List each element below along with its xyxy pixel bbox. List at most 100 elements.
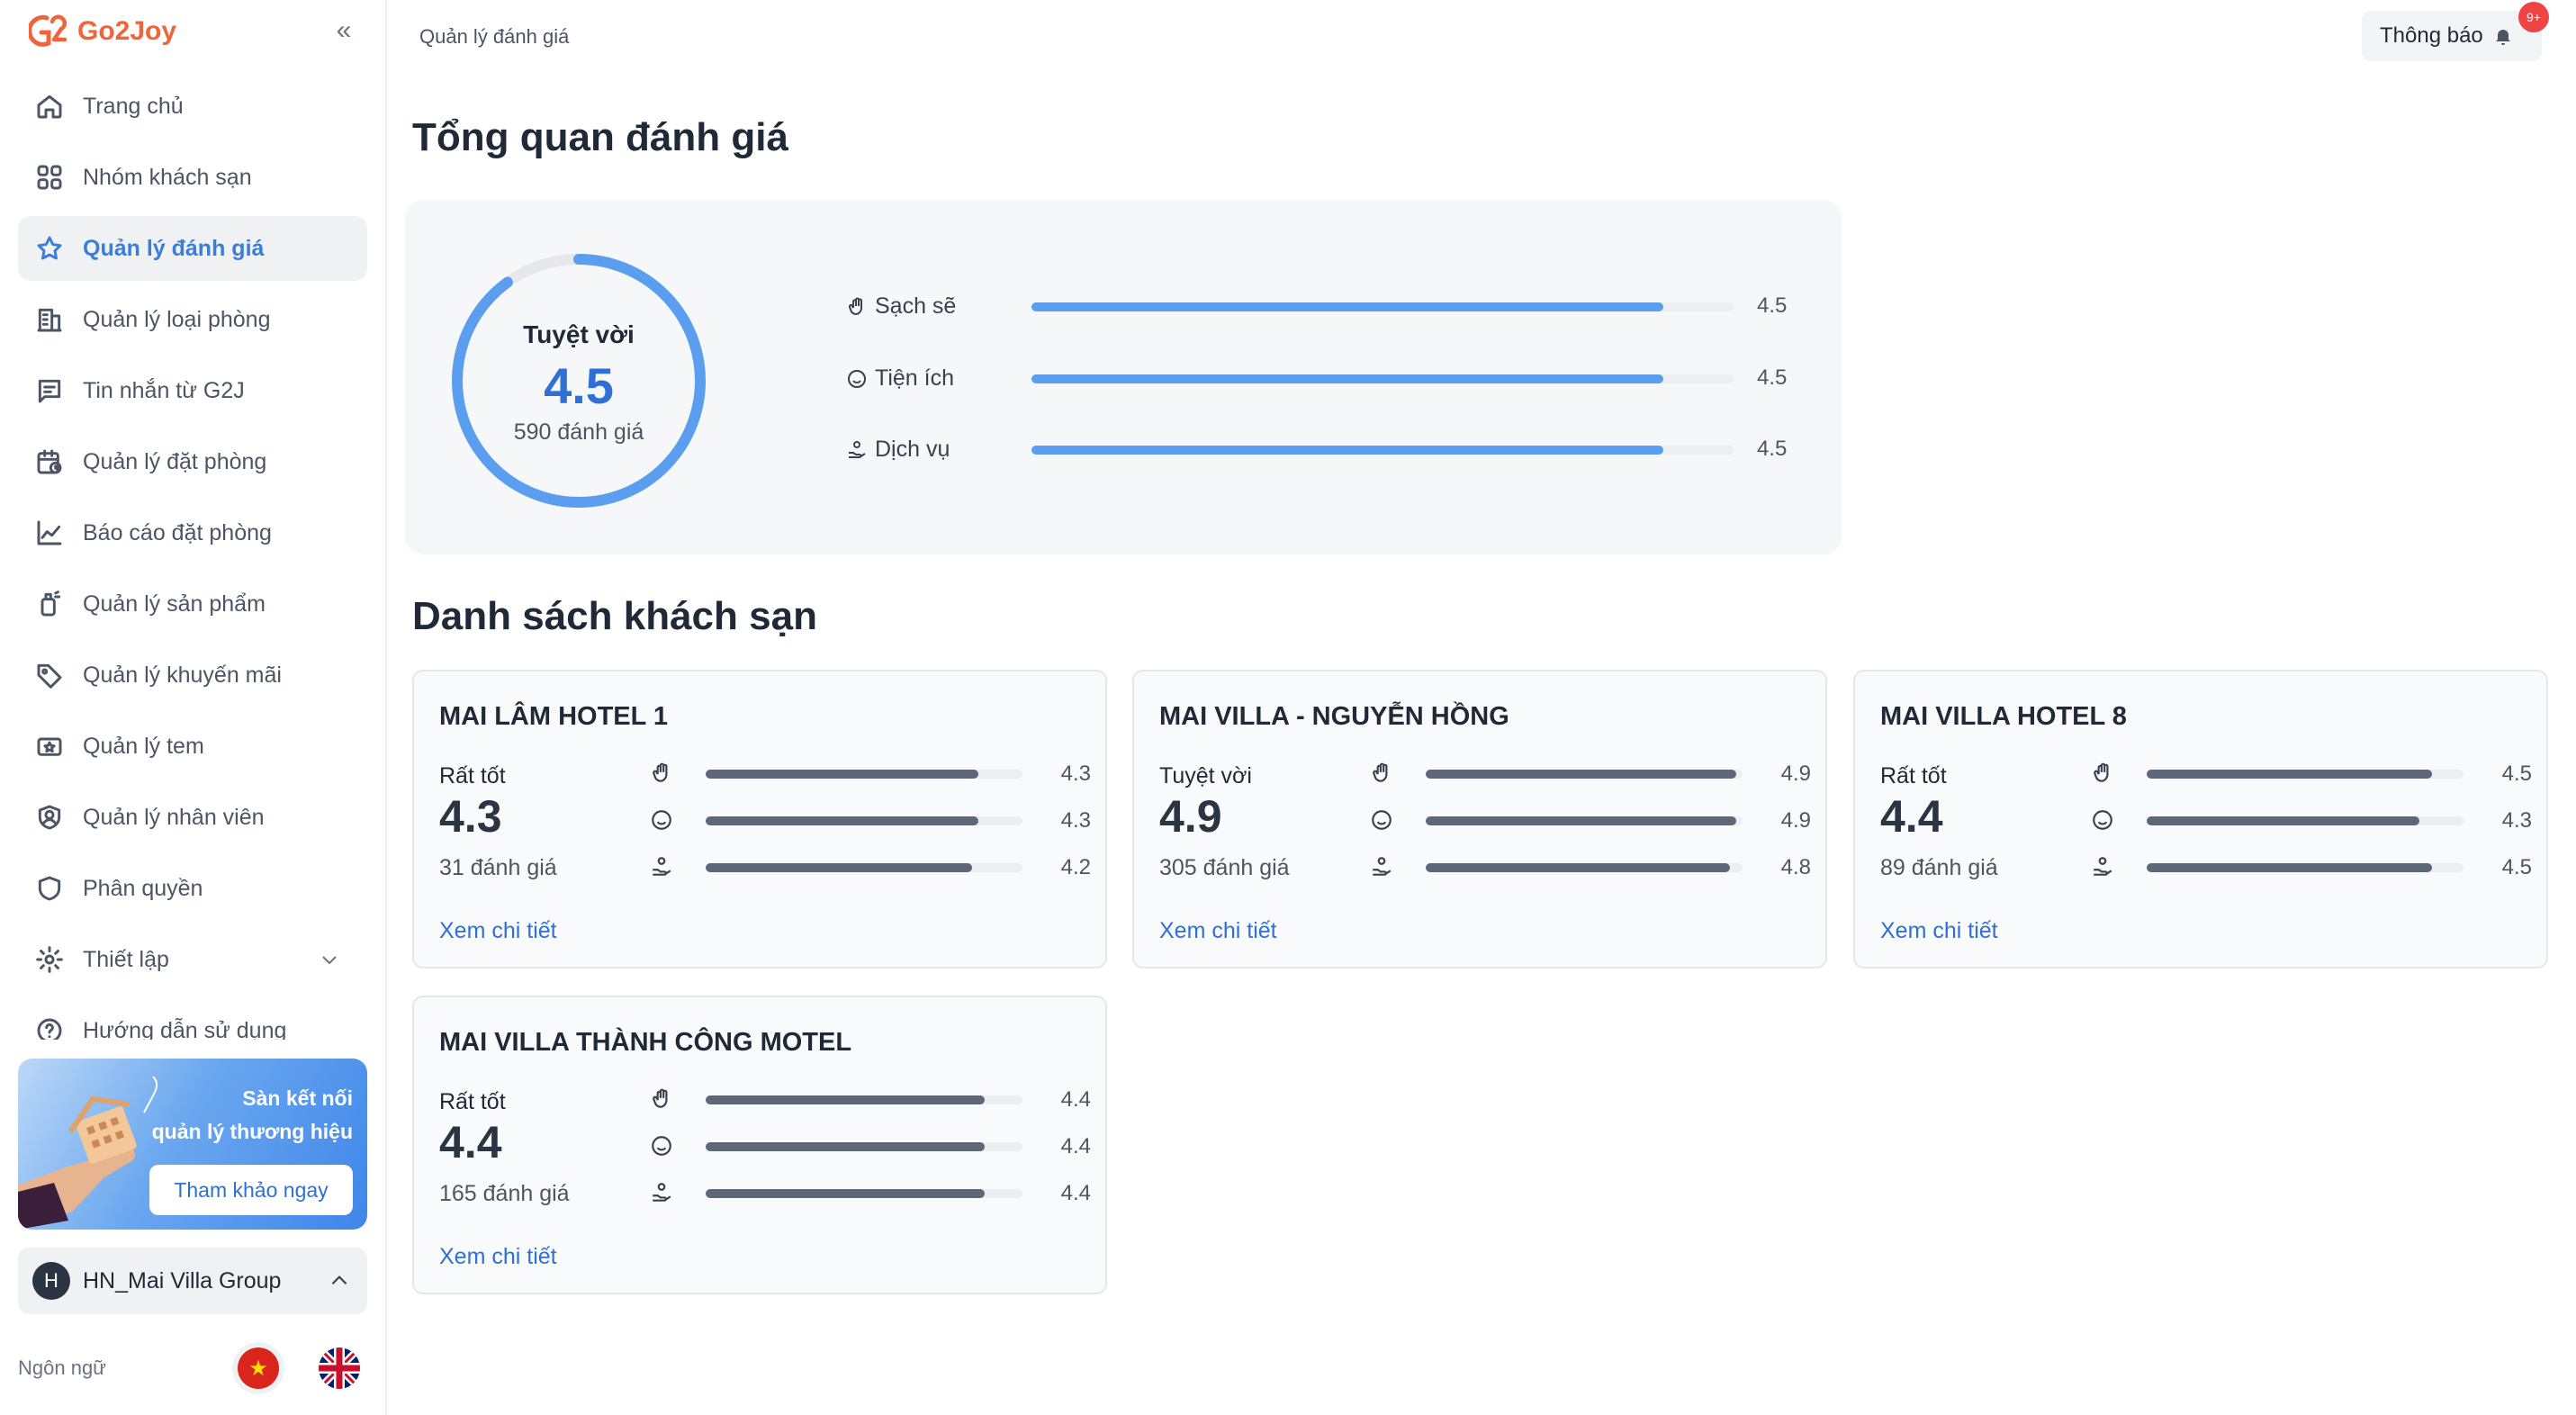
sidebar-item-hotel-groups[interactable]: Nhóm khách sạn [18, 145, 367, 210]
go2joy-logo-icon [29, 14, 68, 47]
hotel-card: MAI VILLA - NGUYỄN HỒNG Tuyệt vời 4.9 30… [1132, 670, 1827, 969]
hotel-card: MAI VILLA THÀNH CÔNG MOTEL Rất tốt 4.4 1… [412, 996, 1107, 1294]
criteria-value: 4.5 [1757, 293, 1788, 318]
hotel-score: 4.4 [439, 1117, 502, 1167]
hotel-review-count: 31 đánh giá [439, 855, 557, 880]
sidebar-item-label: Hướng dẫn sử dụng [83, 1017, 287, 1041]
hotel-score: 4.3 [439, 791, 502, 842]
group-switcher[interactable]: H HN_Mai Villa Group [18, 1248, 367, 1314]
criteria-icon [650, 1134, 675, 1159]
sidebar-item-staff[interactable]: Quản lý nhân viên [18, 785, 367, 850]
sidebar-nav: Trang chủ Nhóm khách sạn Quản lý đánh gi… [18, 74, 367, 1040]
criteria-value: 4.5 [1757, 437, 1788, 461]
criteria-value: 4.9 [1780, 808, 1811, 833]
hotel-list-title: Danh sách khách sạn [412, 594, 817, 638]
hotel-criteria-row: 4.4 [650, 1086, 1091, 1114]
sidebar-item-booking-report[interactable]: Báo cáo đặt phòng [18, 500, 367, 565]
shield-icon [34, 873, 65, 904]
sidebar-item-stamps[interactable]: Quản lý tem [18, 714, 367, 779]
criteria-icon [650, 855, 675, 880]
criteria-bar-track [706, 863, 1022, 872]
criteria-bar-track [706, 816, 1022, 825]
criteria-bar-fill [706, 863, 972, 872]
hotel-review-count: 165 đánh giá [439, 1181, 570, 1206]
home-icon [34, 91, 65, 122]
criteria-bar-track [2147, 816, 2463, 825]
sidebar-item-label: Thiết lập [83, 946, 169, 972]
sidebar-item-products[interactable]: Quản lý sản phẩm [18, 572, 367, 636]
brand-logo[interactable]: Go2Joy [29, 13, 176, 50]
overall-score-ring: Tuyệt vời 4.5 590 đánh giá [448, 250, 709, 511]
sidebar-item-permissions[interactable]: Phân quyền [18, 856, 367, 921]
criteria-value: 4.4 [1060, 1087, 1091, 1112]
criteria-bar-track [1031, 446, 1734, 455]
criteria-bar-fill [706, 1189, 985, 1198]
overall-level: Tuyệt vời [523, 320, 635, 348]
service-hand-icon [1373, 857, 1392, 876]
sidebar-item-label: Tin nhắn từ G2J [83, 377, 245, 403]
promo-banner[interactable]: Sàn kết nối quản lý thương hiệu Tham khả… [18, 1059, 367, 1230]
hotel-rating-level: Rất tốt [1880, 763, 1947, 789]
promo-button[interactable]: Tham khảo ngay [149, 1165, 353, 1215]
sidebar-item-room-types[interactable]: Quản lý loại phòng [18, 287, 367, 352]
hotel-criteria-row: 4.3 [2091, 807, 2532, 835]
chart-line-icon [34, 518, 65, 548]
uk-flag-icon[interactable] [319, 1347, 360, 1389]
criteria-row-service: Dịch vụ 4.5 [846, 433, 1818, 469]
sidebar-item-help[interactable]: Hướng dẫn sử dụng [18, 998, 367, 1040]
breadcrumb[interactable]: Quản lý đánh giá [419, 25, 569, 49]
gear-icon [34, 944, 65, 975]
criteria-bar-track [1426, 770, 1743, 779]
criteria-value: 4.5 [1757, 365, 1788, 390]
hotel-criteria-row: 4.9 [1370, 760, 1811, 789]
criteria-bar-track [706, 1142, 1022, 1151]
criteria-bar-fill [706, 1095, 985, 1104]
vietnam-flag-icon[interactable]: ★ [238, 1347, 279, 1389]
criteria-row-cleanliness: Sạch sẽ 4.5 [846, 290, 1818, 326]
view-details-link[interactable]: Xem chi tiết [439, 918, 557, 944]
view-details-link[interactable]: Xem chi tiết [1880, 918, 1998, 944]
sidebar-item-bookings[interactable]: Quản lý đặt phòng [18, 429, 367, 494]
service-hand-icon [2094, 857, 2112, 876]
sidebar-item-label: Quản lý nhân viên [83, 804, 265, 830]
view-details-link[interactable]: Xem chi tiết [1159, 918, 1277, 944]
criteria-bar-track [1031, 302, 1734, 311]
criteria-bar-track [706, 770, 1022, 779]
star-icon [34, 233, 65, 264]
sidebar-item-home[interactable]: Trang chủ [18, 74, 367, 139]
criteria-bar-fill [1031, 302, 1663, 311]
criteria-value: 4.2 [1060, 855, 1091, 879]
hotel-review-count: 89 đánh giá [1880, 855, 1998, 880]
grid-icon [34, 162, 65, 193]
criteria-icon [2091, 762, 2116, 787]
sidebar-item-reviews[interactable]: Quản lý đánh giá [18, 216, 367, 281]
promo-line-1: Sàn kết nối [242, 1086, 353, 1110]
criteria-icon [650, 1181, 675, 1206]
service-hand-icon [653, 1183, 671, 1202]
sidebar-item-label: Quản lý đánh giá [83, 235, 265, 261]
view-details-link[interactable]: Xem chi tiết [439, 1244, 557, 1270]
criteria-icon [650, 1087, 675, 1113]
group-name: HN_Mai Villa Group [83, 1267, 282, 1293]
notification-button[interactable]: Thông báo 9+ [2362, 2, 2549, 61]
chevron-up-icon[interactable] [328, 1269, 351, 1293]
collapse-sidebar-icon[interactable]: « [328, 14, 360, 47]
language-label: Ngôn ngữ [18, 1356, 106, 1379]
notification-label: Thông báo [2380, 23, 2483, 48]
sidebar-item-settings[interactable]: Thiết lập [18, 927, 367, 992]
criteria-name: Sạch sẽ [875, 293, 957, 319]
rating-overview-card: Tuyệt vời 4.5 590 đánh giá Sạch sẽ 4.5 T… [405, 200, 1842, 554]
hotel-criteria-row: 4.5 [2091, 853, 2532, 882]
sidebar-item-label: Quản lý sản phẩm [83, 590, 266, 617]
brand-name: Go2Joy [77, 16, 177, 46]
hotel-review-count: 305 đánh giá [1159, 855, 1290, 880]
smile-icon [652, 810, 671, 830]
chevron-down-icon[interactable] [319, 949, 340, 970]
sidebar-item-messages[interactable]: Tin nhắn từ G2J [18, 358, 367, 423]
sidebar-item-promotions[interactable]: Quản lý khuyến mãi [18, 643, 367, 708]
criteria-icon [1370, 855, 1395, 880]
criteria-bar-fill [1031, 446, 1663, 455]
language-switcher: Ngôn ngữ ★ [18, 1341, 367, 1395]
hotel-name: MAI LÂM HOTEL 1 [439, 702, 669, 731]
criteria-row-amenities: Tiện ích 4.5 [846, 362, 1818, 398]
